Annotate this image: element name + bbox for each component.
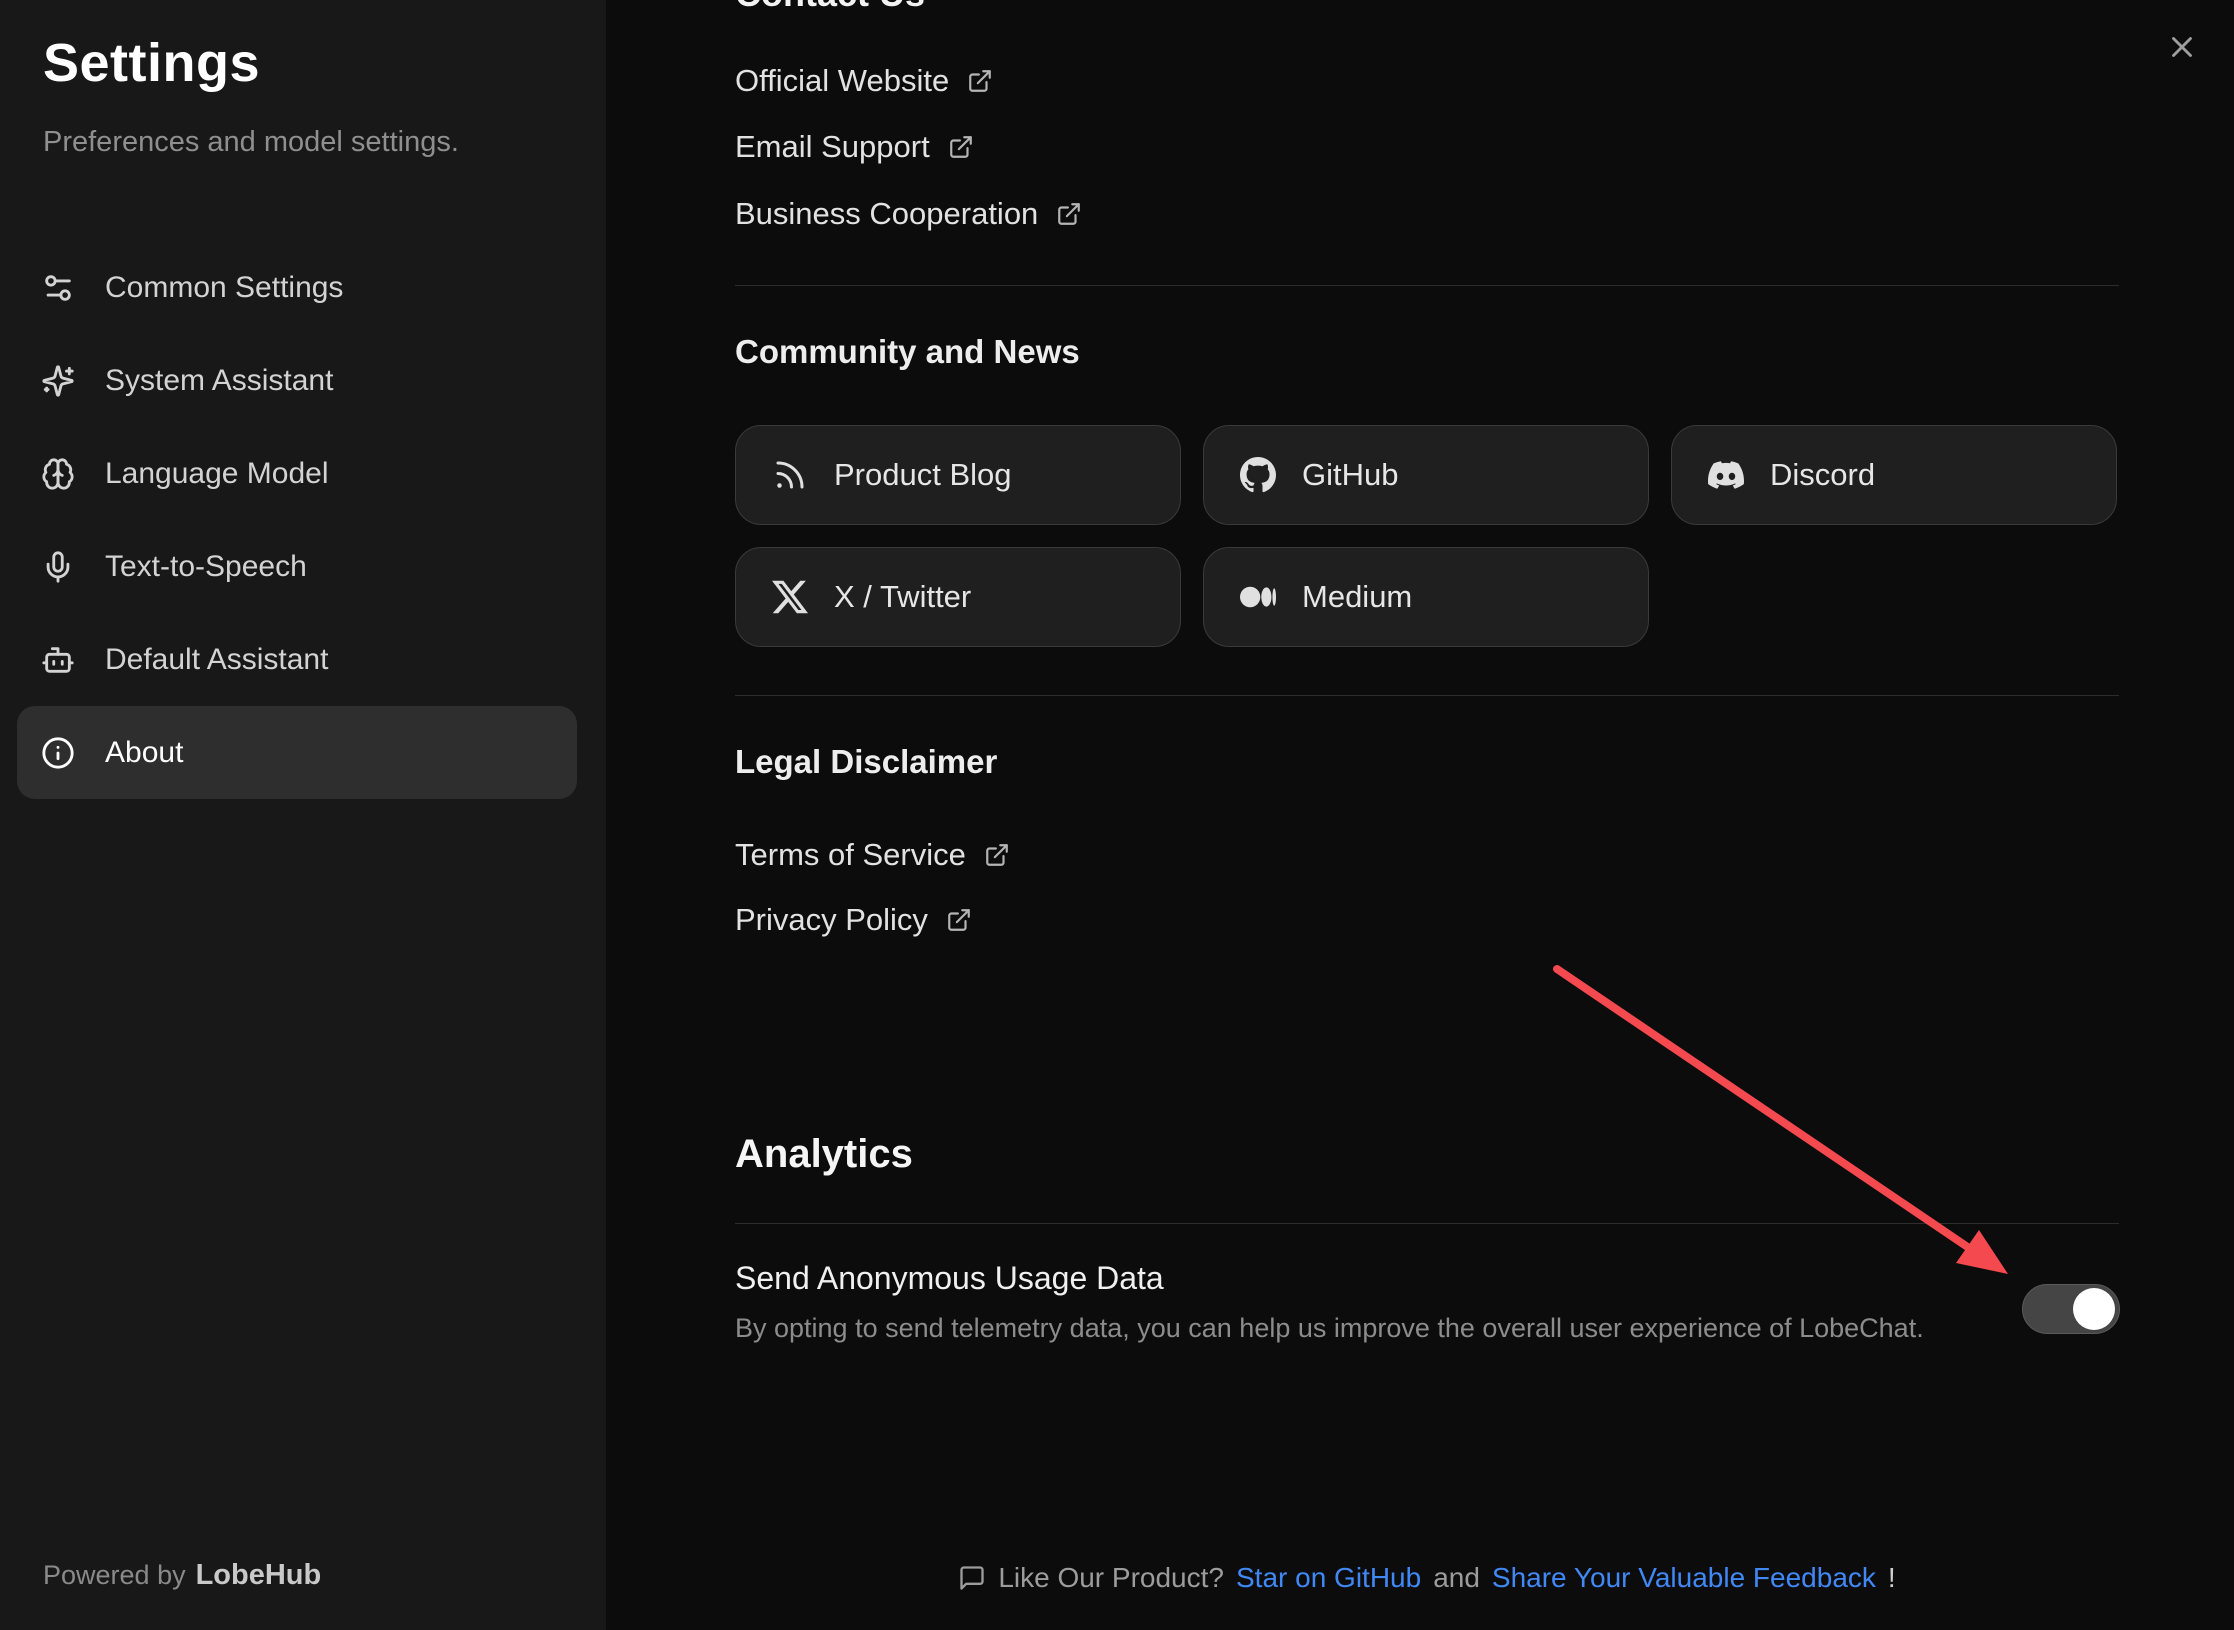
discord-button[interactable]: Discord [1671, 425, 2117, 525]
product-blog-button[interactable]: Product Blog [735, 425, 1181, 525]
external-link-icon [967, 68, 993, 94]
sidebar-item-label: Common Settings [105, 271, 343, 305]
link-label: Email Support [735, 129, 930, 165]
github-icon [1240, 457, 1276, 493]
sidebar-item-label: Language Model [105, 457, 329, 491]
sidebar-item-label: About [105, 736, 183, 770]
medium-icon [1240, 579, 1276, 615]
sidebar-item-default-assistant[interactable]: Default Assistant [17, 613, 577, 706]
sidebar-item-label: Text-to-Speech [105, 550, 307, 584]
sidebar-item-about[interactable]: About [17, 706, 577, 799]
lobehub-brand-link[interactable]: LobeHub [196, 1559, 322, 1591]
settings-content: Contact Us Official Website Email Suppor… [606, 0, 2234, 1630]
link-label: Terms of Service [735, 837, 966, 873]
business-cooperation-link[interactable]: Business Cooperation [735, 192, 1082, 236]
community-buttons: Product Blog GitHub Discord X / Twitter [735, 425, 2127, 647]
button-label: Discord [1770, 457, 1875, 493]
external-link-icon [948, 134, 974, 160]
close-button[interactable] [2160, 26, 2204, 70]
usage-data-label: Send Anonymous Usage Data [735, 1256, 1164, 1300]
cta-suffix: ! [1888, 1558, 1896, 1598]
page-title: Settings [43, 30, 260, 96]
cta-prefix: Like Our Product? [998, 1558, 1224, 1598]
sidebar-item-language-model[interactable]: Language Model [17, 427, 577, 520]
settings-sidebar: Settings Preferences and model settings.… [0, 0, 606, 1630]
analytics-heading: Analytics [735, 1128, 913, 1180]
contact-us-heading: Contact Us [735, 0, 925, 16]
medium-button[interactable]: Medium [1203, 547, 1649, 647]
external-link-icon [984, 842, 1010, 868]
x-icon [772, 579, 808, 615]
email-support-link[interactable]: Email Support [735, 125, 974, 169]
sidebar-item-label: Default Assistant [105, 643, 328, 677]
sidebar-item-common-settings[interactable]: Common Settings [17, 241, 577, 334]
sidebar-item-label: System Assistant [105, 364, 333, 398]
link-label: Business Cooperation [735, 196, 1038, 232]
sparkles-icon [41, 364, 75, 398]
share-feedback-link[interactable]: Share Your Valuable Feedback [1492, 1558, 1876, 1598]
link-label: Privacy Policy [735, 902, 928, 938]
github-button[interactable]: GitHub [1203, 425, 1649, 525]
usage-data-toggle[interactable] [2022, 1284, 2120, 1334]
settings-modal: Settings Preferences and model settings.… [0, 0, 2234, 1630]
divider [735, 285, 2119, 286]
footer-cta: Like Our Product? Star on GitHub and Sha… [735, 1558, 2119, 1598]
x-twitter-button[interactable]: X / Twitter [735, 547, 1181, 647]
star-on-github-link[interactable]: Star on GitHub [1236, 1558, 1421, 1598]
sliders-icon [41, 271, 75, 305]
message-icon [958, 1564, 986, 1592]
official-website-link[interactable]: Official Website [735, 59, 993, 103]
button-label: GitHub [1302, 457, 1398, 493]
brain-icon [41, 457, 75, 491]
cta-conjunction: and [1433, 1558, 1480, 1598]
terms-of-service-link[interactable]: Terms of Service [735, 833, 1010, 877]
bot-icon [41, 643, 75, 677]
powered-by-label: Powered by [43, 1560, 186, 1590]
sidebar-item-text-to-speech[interactable]: Text-to-Speech [17, 520, 577, 613]
discord-icon [1708, 457, 1744, 493]
legal-heading: Legal Disclaimer [735, 740, 997, 784]
link-label: Official Website [735, 63, 949, 99]
privacy-policy-link[interactable]: Privacy Policy [735, 898, 972, 942]
button-label: Product Blog [834, 457, 1012, 493]
button-label: X / Twitter [834, 579, 971, 615]
page-subtitle: Preferences and model settings. [43, 122, 459, 162]
button-label: Medium [1302, 579, 1412, 615]
toggle-knob [2073, 1288, 2115, 1330]
close-icon [2165, 52, 2199, 67]
powered-by: Powered by LobeHub [43, 1556, 321, 1594]
usage-data-description: By opting to send telemetry data, you ca… [735, 1310, 1924, 1346]
sidebar-item-system-assistant[interactable]: System Assistant [17, 334, 577, 427]
divider [735, 1223, 2119, 1224]
external-link-icon [946, 907, 972, 933]
settings-nav: Common Settings System Assistant Languag… [17, 241, 577, 799]
external-link-icon [1056, 201, 1082, 227]
info-icon [41, 736, 75, 770]
divider [735, 695, 2119, 696]
mic-icon [41, 550, 75, 584]
community-heading: Community and News [735, 330, 1080, 374]
rss-icon [772, 457, 808, 493]
